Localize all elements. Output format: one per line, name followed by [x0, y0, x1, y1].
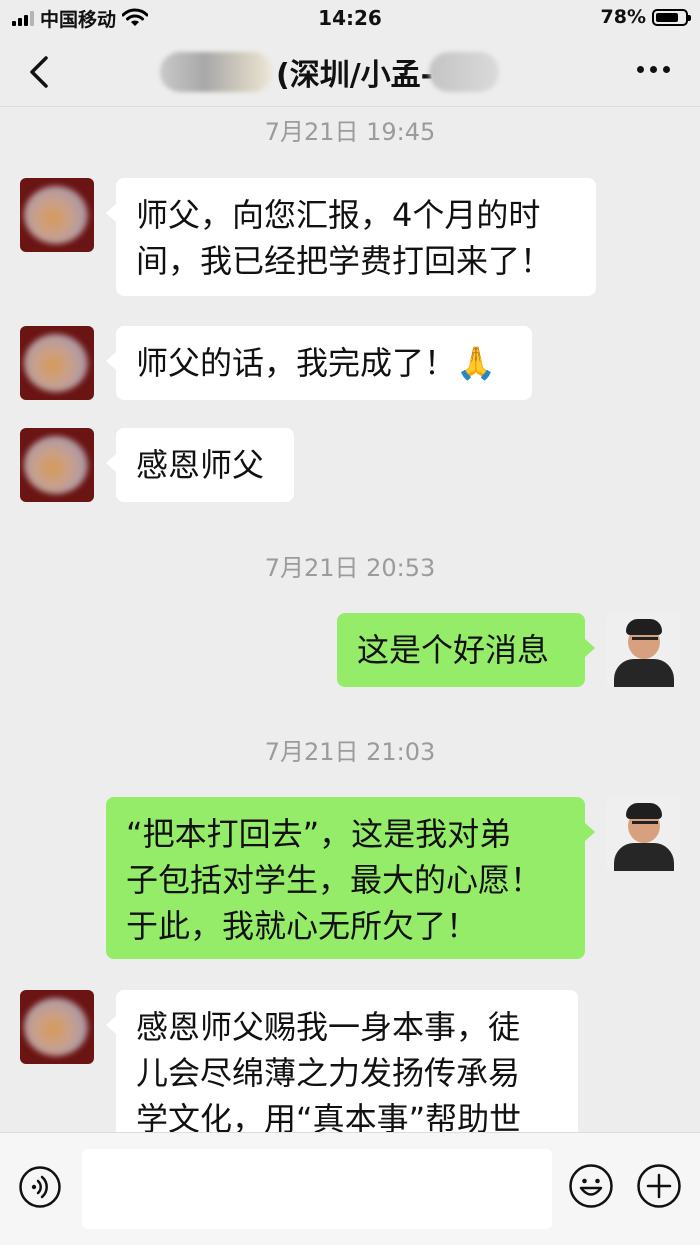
battery-percent: 78%: [600, 6, 646, 28]
status-time: 14:26: [318, 6, 382, 30]
status-right: 78%: [600, 6, 691, 28]
more-icon[interactable]: [637, 66, 670, 73]
timestamp: 7月21日 19:45: [264, 118, 436, 146]
timestamp: 7月21日 21:03: [264, 738, 436, 766]
message-line: 师父，向您汇报，4个月的时: [136, 196, 541, 234]
chat-title: (深圳/小孟-: [276, 58, 434, 93]
avatar[interactable]: [20, 428, 94, 502]
emoji-icon[interactable]: [568, 1163, 614, 1209]
chevron-left-icon[interactable]: [22, 52, 62, 92]
avatar[interactable]: [606, 613, 680, 687]
chat-header: (深圳/小孟-: [0, 36, 700, 106]
message-line: 于此，我就心无所欠了！: [126, 907, 479, 945]
status-bar: 中国移动 14:26 78%: [0, 0, 700, 36]
message-input[interactable]: [82, 1149, 552, 1229]
blurred-name: [160, 52, 272, 92]
blurred-name-end: [429, 52, 500, 92]
message-line: 感恩师父: [136, 446, 265, 484]
message-line: 间，我已经把学费打回来了！: [136, 242, 553, 280]
message-bubble[interactable]: 感恩师父: [106, 428, 294, 502]
avatar[interactable]: [20, 326, 94, 400]
message-line: 这是个好消息: [357, 631, 550, 669]
message-line: 儿会尽绵薄之力发扬传承易: [136, 1054, 521, 1092]
message-bubble[interactable]: 这是个好消息: [337, 613, 595, 687]
message-line: 子包括对学生，最大的心愿！: [126, 861, 543, 899]
avatar[interactable]: [20, 990, 94, 1064]
avatar[interactable]: [20, 178, 94, 252]
voice-icon[interactable]: [18, 1165, 62, 1209]
plus-icon[interactable]: [636, 1163, 682, 1209]
input-bar: [0, 1132, 700, 1245]
message-line: 感恩师父赐我一身本事，徒: [136, 1008, 521, 1046]
message-bubble[interactable]: “把本打回去”，这是我对弟 子包括对学生，最大的心愿！ 于此，我就心无所欠了！: [106, 797, 595, 959]
avatar[interactable]: [606, 797, 680, 871]
timestamp: 7月21日 20:53: [264, 554, 436, 582]
message-bubble[interactable]: 师父，向您汇报，4个月的时 间，我已经把学费打回来了！: [106, 178, 596, 296]
chat-title-wrap[interactable]: (深圳/小孟-: [160, 50, 500, 94]
message-bubble[interactable]: 师父的话，我完成了！🙏: [106, 326, 532, 400]
battery-icon: [652, 8, 691, 26]
header-divider: [0, 106, 700, 107]
message-line: 师父的话，我完成了！🙏: [136, 344, 496, 382]
message-line: “把本打回去”，这是我对弟: [126, 815, 512, 853]
